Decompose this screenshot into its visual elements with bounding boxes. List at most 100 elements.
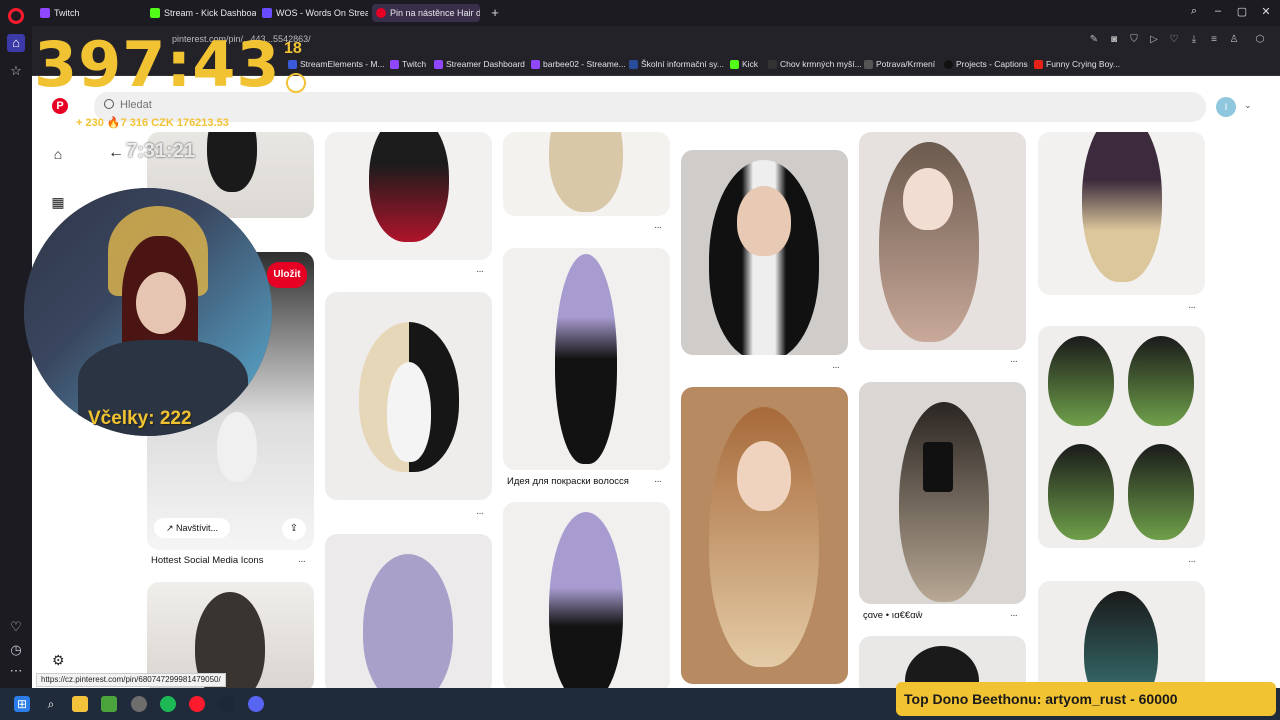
tab-label: Pin na nástěnce Hair doo — [390, 8, 480, 18]
more-icon[interactable]: ⋯ — [9, 664, 23, 678]
steam-icon[interactable] — [218, 696, 234, 712]
pin-card[interactable] — [1038, 581, 1205, 688]
pin-title[interactable]: Hottest Social Media Icons — [151, 555, 263, 566]
bookmark-twitch[interactable]: Twitch — [390, 59, 426, 69]
shield-icon[interactable]: ⛉ — [1128, 34, 1140, 46]
search-icon[interactable]: ⌕ — [43, 696, 59, 712]
minimize-icon[interactable]: – — [1210, 5, 1226, 17]
download-icon[interactable]: ⤓ — [1188, 34, 1200, 46]
bee-counter: Včelky: 222 — [88, 408, 192, 429]
bookmark-label: Projects - Captions — [956, 59, 1028, 69]
heart-icon[interactable]: ♡ — [1168, 34, 1180, 46]
visit-button[interactable]: ↗ Navštívit... — [154, 518, 230, 538]
bookmark-streamelements[interactable]: StreamElements - M... — [288, 59, 385, 69]
share-icon[interactable]: ⇪ — [282, 518, 306, 540]
pin-card[interactable] — [681, 150, 848, 355]
opera-icon[interactable] — [189, 696, 205, 712]
twitch-icon — [40, 8, 50, 18]
school-icon — [629, 60, 638, 69]
discord-icon[interactable] — [248, 696, 264, 712]
more-options-icon[interactable]: ··· — [1010, 356, 1018, 367]
save-button[interactable]: Uložit — [267, 262, 307, 288]
kick-icon — [150, 8, 160, 18]
bookmark-label: Funny Crying Boy... — [1046, 59, 1121, 69]
more-options-icon[interactable]: ··· — [476, 266, 484, 277]
opera-logo-icon[interactable] — [8, 8, 24, 24]
heart-icon[interactable]: ♡ — [9, 620, 23, 634]
tab-twitch[interactable]: Twitch — [36, 4, 142, 22]
bookmark-label: Školní informační sy... — [641, 59, 724, 69]
tab-label: Twitch — [54, 8, 80, 18]
pin-title[interactable]: çɑve • ıɑ€€ɑŵ — [863, 610, 922, 621]
settings-icon[interactable]: ⚙ — [52, 652, 65, 669]
bookmark-barbee[interactable]: barbee02 - Streame... — [531, 59, 626, 69]
twitch-icon — [434, 60, 443, 69]
twitch-icon — [390, 60, 399, 69]
edit-icon[interactable]: ✎ — [1088, 34, 1100, 46]
file-explorer-icon[interactable] — [72, 696, 88, 712]
status-url: https://cz.pinterest.com/pin/68074729998… — [36, 673, 226, 687]
maximize-icon[interactable]: ▢ — [1234, 5, 1250, 18]
chevron-down-icon[interactable]: ⌄ — [1244, 100, 1252, 111]
star-icon[interactable]: ☆ — [9, 64, 23, 78]
bookmark-kick[interactable]: Kick — [730, 59, 758, 69]
windows-start-icon[interactable]: ⊞ — [14, 696, 30, 712]
pin-card[interactable] — [503, 248, 670, 470]
pin-card[interactable] — [859, 382, 1026, 604]
pin-card[interactable] — [325, 292, 492, 500]
bookmark-potrava[interactable]: Potrava/Krmení — [864, 59, 935, 69]
top-donation-banner: Top Dono Beethonu: artyom_rust - 60000 — [896, 682, 1276, 716]
menu-icon[interactable]: ≡ — [1208, 34, 1220, 46]
home-icon[interactable]: ⌂ — [7, 34, 25, 52]
search-tabs-icon[interactable]: ⌕ — [1186, 5, 1202, 18]
pin-card[interactable] — [1038, 132, 1205, 295]
pin-card[interactable] — [325, 132, 492, 260]
camera-icon[interactable]: ◙ — [1108, 34, 1120, 46]
bookmark-funny[interactable]: Funny Crying Boy... — [1034, 59, 1120, 69]
more-options-icon[interactable]: ··· — [1010, 610, 1018, 621]
spotify-icon[interactable] — [160, 696, 176, 712]
more-options-icon[interactable]: ··· — [654, 222, 662, 233]
new-tab-icon[interactable]: + — [488, 6, 502, 20]
stream-stats: + 230 🔥7 316 CZK 176213.53 — [76, 117, 229, 129]
bookmark-chov[interactable]: Chov krmných myší... — [768, 59, 862, 69]
more-options-icon[interactable]: ··· — [654, 476, 662, 487]
bookmark-captions[interactable]: Projects - Captions — [944, 59, 1028, 69]
stream-clock: 7:31:21 — [126, 140, 195, 162]
pin-card[interactable] — [325, 534, 492, 688]
page-icon — [768, 60, 777, 69]
close-icon[interactable]: ✕ — [1258, 5, 1274, 18]
pin-card[interactable] — [503, 502, 670, 688]
obs-icon[interactable] — [131, 696, 147, 712]
tab-pinterest[interactable]: Pin na nástěnce Hair doo — [372, 4, 480, 22]
pin-card[interactable] — [681, 387, 848, 684]
extensions-icon[interactable]: ⬡ — [1254, 34, 1266, 46]
stream-timer: 397:43 — [34, 28, 281, 101]
more-options-icon[interactable]: ··· — [1188, 302, 1196, 313]
bookmark-label: Kick — [742, 59, 759, 69]
pin-card[interactable] — [859, 636, 1026, 688]
wos-icon — [262, 8, 272, 18]
pin-card[interactable] — [503, 132, 670, 216]
back-arrow-icon[interactable]: ← — [108, 144, 124, 162]
history-icon[interactable]: ◷ — [9, 643, 23, 657]
more-options-icon[interactable]: ··· — [832, 362, 840, 373]
home-icon[interactable]: ⌂ — [50, 146, 66, 162]
tab-kick-dashboard[interactable]: Stream - Kick Dashboard — [146, 4, 256, 22]
avatar[interactable]: I — [1216, 97, 1236, 117]
pin-card[interactable] — [859, 132, 1026, 350]
pin-card[interactable] — [1038, 326, 1205, 548]
timer-ring-icon — [286, 73, 306, 93]
minecraft-icon[interactable] — [101, 696, 117, 712]
twitch-icon — [531, 60, 540, 69]
bookmark-streamer-dashboard[interactable]: Streamer Dashboard — [434, 59, 525, 69]
bookmark-school[interactable]: Školní informační sy... — [629, 59, 724, 69]
tab-wos[interactable]: WOS - Words On Stream — [258, 4, 368, 22]
user-icon[interactable]: ♙ — [1228, 34, 1240, 46]
more-options-icon[interactable]: ··· — [476, 508, 484, 519]
screen: ⌂ ☆ ♡ ◷ ⋯ Twitch Stream - Kick Dashboard… — [0, 0, 1280, 720]
pin-title[interactable]: Идея для покраски волосся — [507, 476, 629, 487]
more-options-icon[interactable]: ··· — [298, 556, 306, 567]
more-options-icon[interactable]: ··· — [1188, 556, 1196, 567]
play-icon[interactable]: ▷ — [1148, 34, 1160, 46]
